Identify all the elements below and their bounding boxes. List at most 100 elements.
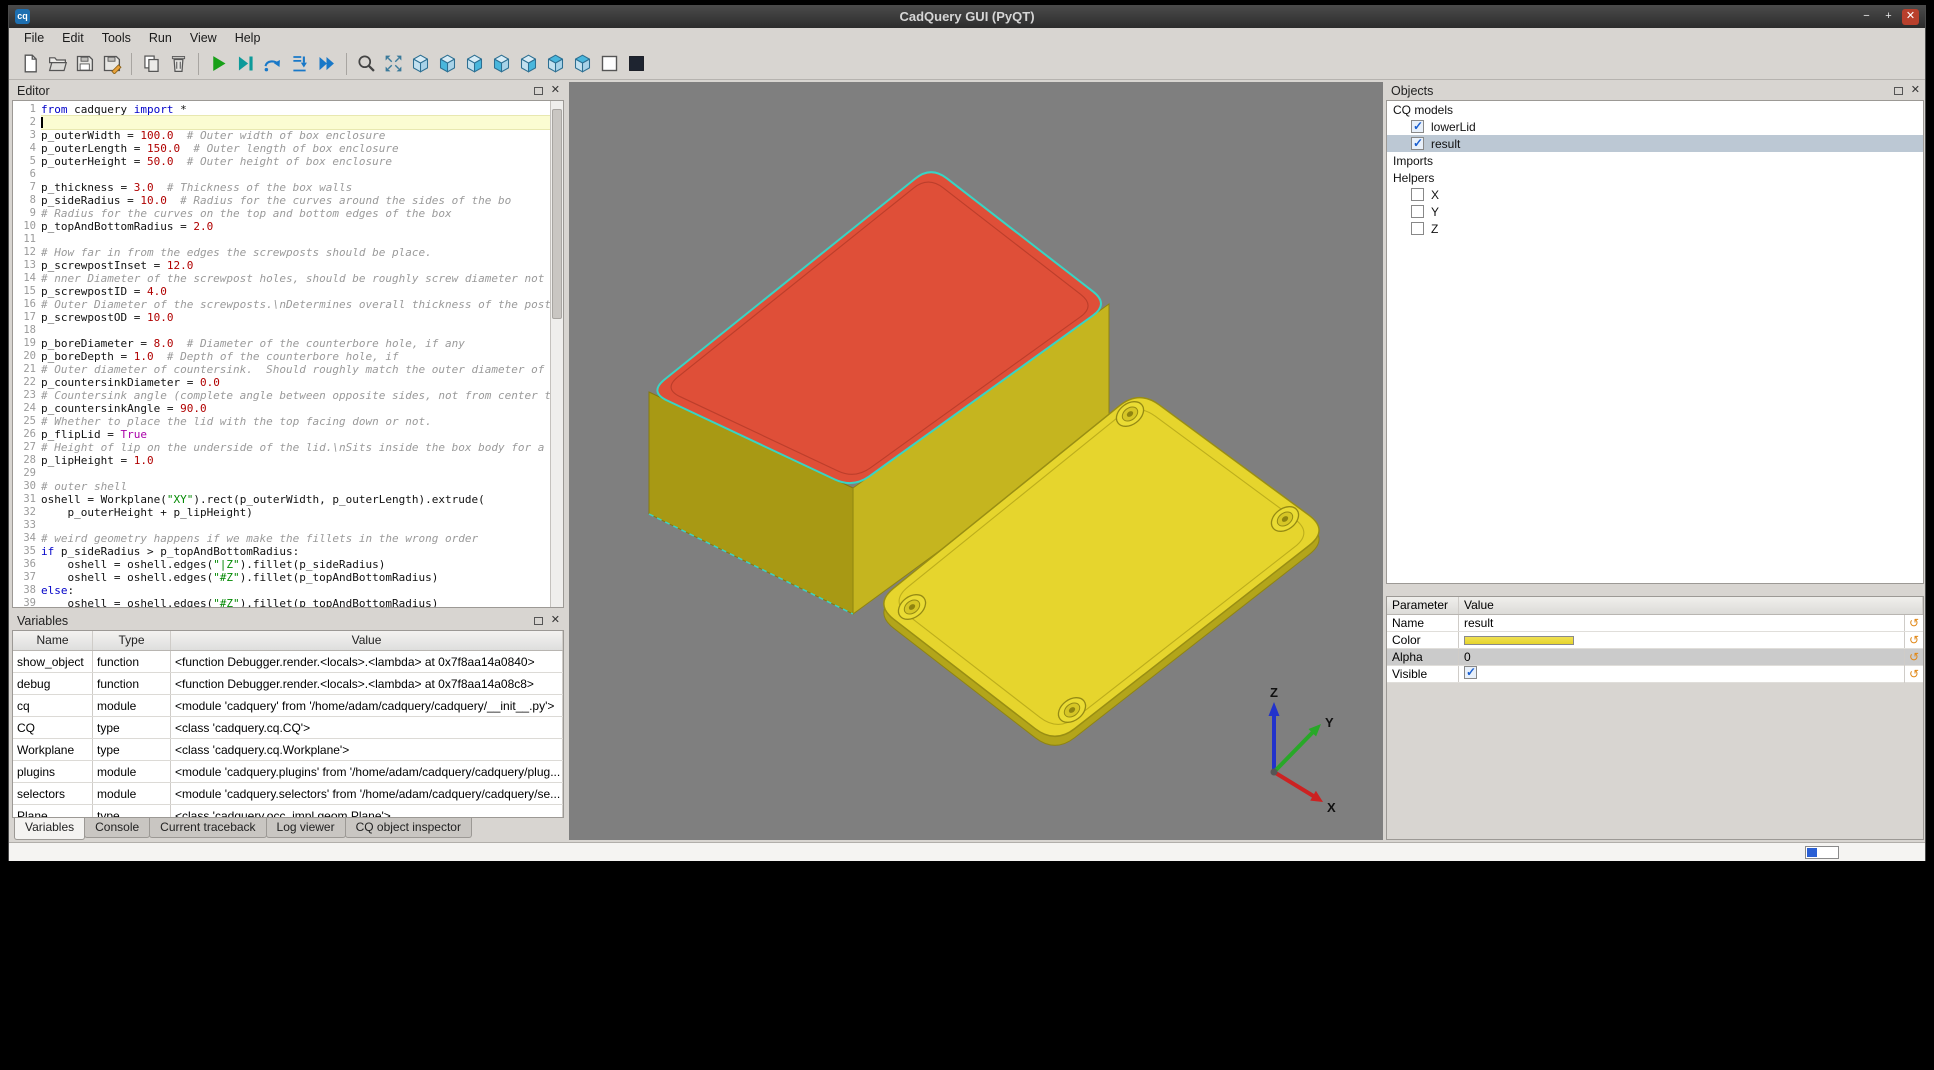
step-over-icon[interactable] (259, 50, 286, 77)
code-line[interactable]: p_countersinkAngle = 90.0 (41, 402, 550, 415)
code-line[interactable]: oshell = oshell.edges("#Z").fillet(p_top… (41, 571, 550, 584)
view-top-icon[interactable] (542, 50, 569, 77)
editor-float-icon[interactable] (534, 87, 543, 95)
wireframe-icon[interactable] (596, 50, 623, 77)
checkbox-x[interactable] (1411, 188, 1424, 201)
menu-item-tools[interactable]: Tools (93, 29, 140, 47)
copy-icon[interactable] (138, 50, 165, 77)
minimize-button[interactable]: − (1858, 9, 1875, 25)
checkbox-result[interactable] (1411, 137, 1424, 150)
variables-dock-header[interactable]: Variables ✕ (12, 612, 564, 630)
table-row[interactable]: pluginsmodule<module 'cadquery.plugins' … (13, 761, 563, 783)
code-line[interactable] (41, 324, 550, 337)
code-line[interactable]: # How far in from the edges the screwpos… (41, 246, 550, 259)
code-line[interactable]: p_boreDiameter = 8.0 # Diameter of the c… (41, 337, 550, 350)
code-line[interactable]: # Height of lip on the underside of the … (41, 441, 550, 454)
code-line[interactable]: # Radius for the curves on the top and b… (41, 207, 550, 220)
code-line[interactable]: p_boreDepth = 1.0 # Depth of the counter… (41, 350, 550, 363)
variables-float-icon[interactable] (534, 617, 543, 625)
tab-log-viewer[interactable]: Log viewer (266, 818, 346, 838)
view-back-icon[interactable] (461, 50, 488, 77)
code-line[interactable]: p_flipLid = True (41, 428, 550, 441)
code-line[interactable] (41, 467, 550, 480)
view-right-icon[interactable] (515, 50, 542, 77)
code-line[interactable] (41, 116, 550, 129)
color-swatch[interactable] (1464, 636, 1574, 645)
parameter-row-name[interactable]: Nameresult↺ (1387, 615, 1923, 632)
objects-float-icon[interactable] (1894, 87, 1903, 95)
editor-code[interactable]: from cadquery import * p_outerWidth = 100… (41, 103, 550, 608)
fit-icon[interactable] (380, 50, 407, 77)
code-editor[interactable]: 1234567891011121314151617181920212223242… (12, 100, 564, 608)
tree-item-y[interactable]: Y (1387, 203, 1923, 220)
shaded-icon[interactable] (623, 50, 650, 77)
parameter-row-alpha[interactable]: Alpha0↺ (1387, 649, 1923, 666)
variables-table[interactable]: NameTypeValue show_objectfunction<functi… (12, 630, 564, 818)
view-bottom-icon[interactable] (569, 50, 596, 77)
tab-console[interactable]: Console (84, 818, 150, 838)
objects-tree[interactable]: CQ modelslowerLidresultImportsHelpersXYZ (1386, 100, 1924, 584)
zoom-icon[interactable] (353, 50, 380, 77)
viewport-panel[interactable]: Z Y X (569, 82, 1383, 840)
title-bar[interactable]: cq CadQuery GUI (PyQT) − + ✕ (9, 6, 1925, 28)
viewport-3d[interactable]: Z Y X (569, 82, 1383, 840)
code-line[interactable]: p_outerWidth = 100.0 # Outer width of bo… (41, 129, 550, 142)
code-line[interactable]: oshell = Workplane("XY").rect(p_outerWid… (41, 493, 550, 506)
code-line[interactable]: p_outerHeight = 50.0 # Outer height of b… (41, 155, 550, 168)
reset-icon[interactable]: ↺ (1905, 633, 1923, 648)
reset-icon[interactable]: ↺ (1905, 616, 1923, 631)
code-line[interactable]: p_countersinkDiameter = 0.0 (41, 376, 550, 389)
tree-item-result[interactable]: result (1387, 135, 1923, 152)
table-row[interactable]: cqmodule<module 'cadquery' from '/home/a… (13, 695, 563, 717)
run-icon[interactable] (205, 50, 232, 77)
view-iso-icon[interactable] (407, 50, 434, 77)
code-line[interactable]: p_screwpostInset = 12.0 (41, 259, 550, 272)
step-into-icon[interactable] (286, 50, 313, 77)
code-line[interactable]: # Outer Diameter of the screwposts.\nDet… (41, 298, 550, 311)
menu-item-help[interactable]: Help (226, 29, 270, 47)
reset-icon[interactable]: ↺ (1905, 650, 1923, 665)
code-line[interactable]: # weird geometry happens if we make the … (41, 532, 550, 545)
checkbox-lowerlid[interactable] (1411, 120, 1424, 133)
table-row[interactable]: CQtype<class 'cadquery.cq.CQ'> (13, 717, 563, 739)
menu-item-view[interactable]: View (181, 29, 226, 47)
code-line[interactable]: # Countersink angle (complete angle betw… (41, 389, 550, 402)
new-file-icon[interactable] (17, 50, 44, 77)
checkbox-z[interactable] (1411, 222, 1424, 235)
debug-icon[interactable] (232, 50, 259, 77)
code-line[interactable]: # Outer diameter of countersink. Should … (41, 363, 550, 376)
tree-item-z[interactable]: Z (1387, 220, 1923, 237)
table-row[interactable]: selectorsmodule<module 'cadquery.selecto… (13, 783, 563, 805)
code-line[interactable]: p_lipHeight = 1.0 (41, 454, 550, 467)
code-line[interactable]: # outer shell (41, 480, 550, 493)
code-line[interactable]: oshell = oshell.edges("|Z").fillet(p_sid… (41, 558, 550, 571)
maximize-button[interactable]: + (1880, 9, 1897, 25)
visible-checkbox[interactable] (1464, 666, 1477, 679)
table-row[interactable]: debugfunction<function Debugger.render.<… (13, 673, 563, 695)
code-line[interactable]: p_topAndBottomRadius = 2.0 (41, 220, 550, 233)
editor-scrollbar[interactable] (550, 101, 563, 607)
menu-item-edit[interactable]: Edit (53, 29, 93, 47)
tab-current-traceback[interactable]: Current traceback (149, 818, 266, 838)
editor-close-icon[interactable]: ✕ (551, 86, 560, 95)
objects-dock-header[interactable]: Objects ✕ (1386, 82, 1924, 100)
code-line[interactable]: else: (41, 584, 550, 597)
code-line[interactable]: # nner Diameter of the screwpost holes, … (41, 272, 550, 285)
open-folder-icon[interactable] (44, 50, 71, 77)
code-line[interactable] (41, 233, 550, 246)
code-line[interactable]: p_outerLength = 150.0 # Outer length of … (41, 142, 550, 155)
code-line[interactable]: # Whether to place the lid with the top … (41, 415, 550, 428)
save-as-icon[interactable] (98, 50, 125, 77)
continue-icon[interactable] (313, 50, 340, 77)
code-line[interactable] (41, 519, 550, 532)
editor-dock-header[interactable]: Editor ✕ (12, 82, 564, 100)
close-button[interactable]: ✕ (1902, 9, 1919, 25)
save-icon[interactable] (71, 50, 98, 77)
code-line[interactable]: p_outerHeight + p_lipHeight) (41, 506, 550, 519)
code-line[interactable]: if p_sideRadius > p_topAndBottomRadius: (41, 545, 550, 558)
editor-scrollbar-thumb[interactable] (552, 109, 562, 319)
view-left-icon[interactable] (488, 50, 515, 77)
tree-item-lowerlid[interactable]: lowerLid (1387, 118, 1923, 135)
reset-icon[interactable]: ↺ (1905, 667, 1923, 682)
code-line[interactable]: from cadquery import * (41, 103, 550, 116)
